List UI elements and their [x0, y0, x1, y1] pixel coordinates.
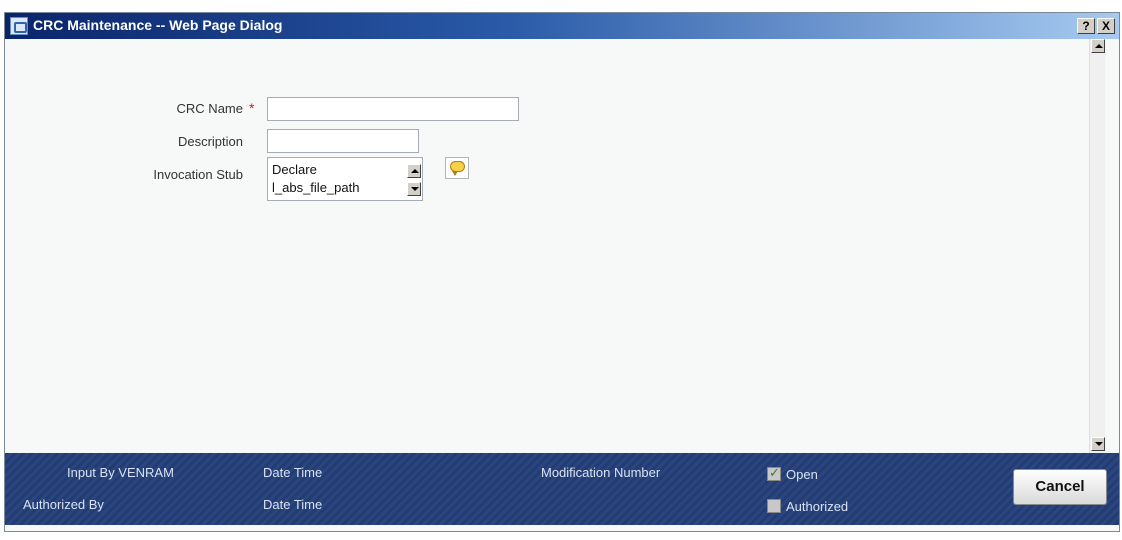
scroll-up-icon[interactable]: [407, 164, 421, 178]
scroll-up-icon[interactable]: [1091, 39, 1105, 53]
description-label: Description: [177, 134, 243, 149]
invocation-stub-label: Invocation Stub: [153, 167, 243, 182]
comment-icon[interactable]: [445, 157, 469, 179]
audit-footer: Input By VENRAM Authorized By Date Time …: [5, 453, 1119, 525]
open-label: Open: [786, 467, 818, 482]
scroll-down-icon[interactable]: [1091, 437, 1105, 451]
stub-line: Declare: [272, 162, 317, 177]
required-mark: *: [249, 100, 255, 116]
crc-name-input[interactable]: [267, 97, 519, 121]
vertical-scrollbar[interactable]: [1089, 39, 1105, 453]
date-time-label: Date Time: [263, 465, 323, 480]
input-by-label: Input By VENRAM: [67, 465, 174, 480]
dialog-window: CRC Maintenance -- Web Page Dialog ? X C…: [4, 12, 1120, 532]
open-checkbox[interactable]: [767, 465, 781, 481]
app-icon: [10, 17, 28, 35]
form-area: CRC Name * Description Invocation Stub D…: [5, 39, 1105, 453]
scroll-down-icon[interactable]: [407, 182, 421, 196]
cancel-button[interactable]: Cancel: [1013, 469, 1107, 505]
invocation-stub-textarea[interactable]: Declare l_abs_file_path: [267, 157, 423, 201]
description-input[interactable]: [267, 129, 419, 153]
authorized-by-label: Authorized By: [23, 497, 104, 512]
crc-name-label: CRC Name: [176, 101, 243, 116]
modification-number-label: Modification Number: [541, 465, 661, 480]
date-time-label: Date Time: [263, 497, 323, 512]
authorized-label: Authorized: [786, 499, 849, 514]
help-button[interactable]: ?: [1077, 18, 1095, 34]
close-button[interactable]: X: [1097, 18, 1115, 34]
title-bar: CRC Maintenance -- Web Page Dialog ? X: [5, 13, 1119, 39]
window-title: CRC Maintenance -- Web Page Dialog: [33, 17, 283, 33]
authorized-checkbox[interactable]: [767, 499, 781, 513]
stub-line: l_abs_file_path: [272, 180, 360, 195]
